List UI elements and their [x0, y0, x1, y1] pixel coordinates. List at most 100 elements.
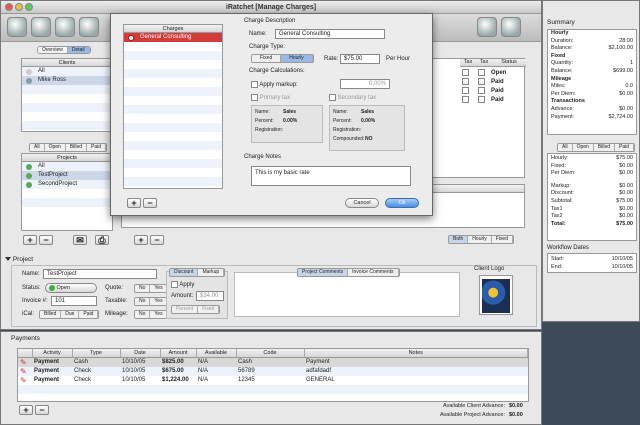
fixed-option[interactable]: Fixed [198, 306, 220, 313]
ok-button[interactable]: Ok [385, 198, 419, 208]
project-item[interactable]: SecondProject [22, 180, 112, 189]
end-date[interactable]: 10/10/05 [612, 264, 633, 272]
col-date[interactable]: Date [120, 349, 161, 358]
remove-charge-sheet-button[interactable]: − [143, 198, 157, 208]
tax-checkbox[interactable] [478, 96, 485, 103]
col-available[interactable]: Available [196, 349, 237, 358]
filter-fixed[interactable]: Fixed [491, 236, 513, 243]
taxable-yes[interactable]: Yes [150, 298, 168, 305]
apply-checkbox[interactable]: Apply [171, 281, 194, 288]
toolbar-tool-2-icon[interactable] [31, 17, 51, 37]
tax-checkbox[interactable] [478, 78, 485, 85]
zoom-icon[interactable] [25, 3, 33, 11]
remove-project-button[interactable]: − [39, 235, 53, 245]
table-row[interactable]: ✎ Payment Cash 10/10/05 $825.00 N/A Cash Payme… [18, 357, 528, 367]
rate-field[interactable]: $75.00 [340, 54, 380, 64]
mileage-no[interactable]: No [135, 311, 151, 318]
secondary-tax-checkbox[interactable]: Secondary tax [329, 94, 376, 101]
remove-charge-button[interactable]: − [150, 235, 164, 245]
col-activity[interactable]: Activity [32, 349, 73, 358]
apply-markup-checkbox[interactable]: Apply markup: [251, 81, 298, 88]
primary-tax-checkbox[interactable]: Primary tax [251, 94, 290, 101]
col-notes[interactable]: Notes [304, 349, 528, 358]
summary-filter-all[interactable]: All [558, 144, 573, 151]
client-item[interactable]: All [22, 67, 112, 76]
remove-payment-button[interactable]: − [35, 405, 49, 415]
add-charge-button[interactable]: + [134, 235, 148, 245]
summary-filter: All Open Billed Paid [557, 143, 636, 152]
add-payment-button[interactable]: + [19, 405, 33, 415]
print-icon[interactable]: ⎙ [95, 235, 109, 245]
ical-due[interactable]: Due [61, 311, 80, 318]
toolbar-tool-4-icon[interactable] [79, 17, 99, 37]
ical-paid[interactable]: Paid [79, 311, 99, 318]
filter-both[interactable]: Both [449, 236, 469, 243]
toolbar-tool-3-icon[interactable] [55, 17, 75, 37]
project-item[interactable]: All [22, 162, 112, 171]
tab-invoice-comments[interactable]: Invoice Comments [348, 269, 399, 276]
add-project-button[interactable]: + [23, 235, 37, 245]
start-date[interactable]: 10/10/05 [612, 256, 633, 264]
status-value[interactable]: Paid [491, 79, 504, 85]
tab-markup[interactable]: Markup [198, 269, 225, 276]
quote-yes[interactable]: Yes [150, 285, 168, 292]
col-type[interactable]: Type [72, 349, 121, 358]
tax-checkbox[interactable] [462, 96, 469, 103]
col-amount[interactable]: Amount [160, 349, 197, 358]
amount-field[interactable]: $34.00 [196, 291, 224, 301]
charges-list: Charges General Consulting [123, 24, 223, 189]
filter-all[interactable]: All [30, 144, 45, 151]
tab-detail[interactable]: Detail [67, 47, 90, 53]
tax-checkbox[interactable] [462, 87, 469, 94]
client-item[interactable]: Mike Ross [22, 76, 112, 85]
project-name-field[interactable]: TestProject [43, 269, 157, 279]
charge-item[interactable]: General Consulting [124, 33, 222, 42]
toolbar-tool-1-icon[interactable] [7, 17, 27, 37]
markup-field[interactable]: 0.00% [340, 79, 390, 89]
tax-checkbox[interactable] [462, 69, 469, 76]
cancel-button[interactable]: Cancel [345, 198, 379, 208]
tab-discount[interactable]: Discount [170, 269, 199, 276]
filter-open[interactable]: Open [44, 144, 66, 151]
summary-filter-open[interactable]: Open [572, 144, 594, 151]
taxable-no[interactable]: No [135, 298, 151, 305]
filter-paid[interactable]: Paid [87, 144, 107, 151]
percent-option[interactable]: Percent [172, 306, 199, 313]
ical-billed[interactable]: Billed [40, 311, 62, 318]
tax-checkbox[interactable] [478, 87, 485, 94]
status-value[interactable]: Paid [491, 97, 504, 103]
add-charge-sheet-button[interactable]: + [127, 198, 141, 208]
toolbar-tool-6-icon[interactable] [501, 17, 521, 37]
tax-checkbox[interactable] [462, 78, 469, 85]
project-item[interactable]: TestProject [22, 171, 112, 180]
comments-area[interactable] [234, 272, 460, 317]
close-icon[interactable] [5, 3, 13, 11]
col-code[interactable]: Code [236, 349, 305, 358]
tab-overview[interactable]: Overview [38, 47, 68, 53]
tab-project-comments[interactable]: Project Comments [298, 269, 349, 276]
quote-no[interactable]: No [135, 285, 151, 292]
type-fixed[interactable]: Fixed [252, 55, 282, 62]
table-row[interactable]: ✎ Payment Check 10/10/05 $1,224.00 N/A 12345 G… [18, 376, 528, 385]
type-hourly[interactable]: Hourly [281, 55, 313, 62]
filter-billed[interactable]: Billed [65, 144, 88, 151]
mail-icon[interactable]: ✉ [73, 235, 87, 245]
charge-name-field[interactable]: General Consulting [275, 29, 385, 39]
comment-tabs: Project Comments Invoice Comments [297, 268, 400, 277]
status-select[interactable]: Open [45, 283, 97, 293]
client-advance-label: Available Client Advance: [443, 403, 505, 409]
table-row[interactable]: ✎ Payment Check 10/10/05 $675.00 N/A 56789 adf… [18, 366, 528, 376]
tax-checkbox[interactable] [478, 69, 485, 76]
client-logo-image[interactable] [479, 275, 513, 315]
status-value[interactable]: Open [491, 70, 506, 76]
charge-notes-field[interactable]: This is my basic rate [251, 166, 411, 186]
summary-filter-billed[interactable]: Billed [593, 144, 616, 151]
charge-type-label: Charge Type: [249, 44, 285, 50]
status-value[interactable]: Paid [491, 88, 504, 94]
summary-filter-paid[interactable]: Paid [615, 144, 635, 151]
invoice-field[interactable]: 101 [51, 296, 97, 306]
toolbar-tool-5-icon[interactable] [477, 17, 497, 37]
mileage-yes[interactable]: Yes [150, 311, 168, 318]
minimize-icon[interactable] [15, 3, 23, 11]
filter-hourly[interactable]: Hourly [468, 236, 492, 243]
